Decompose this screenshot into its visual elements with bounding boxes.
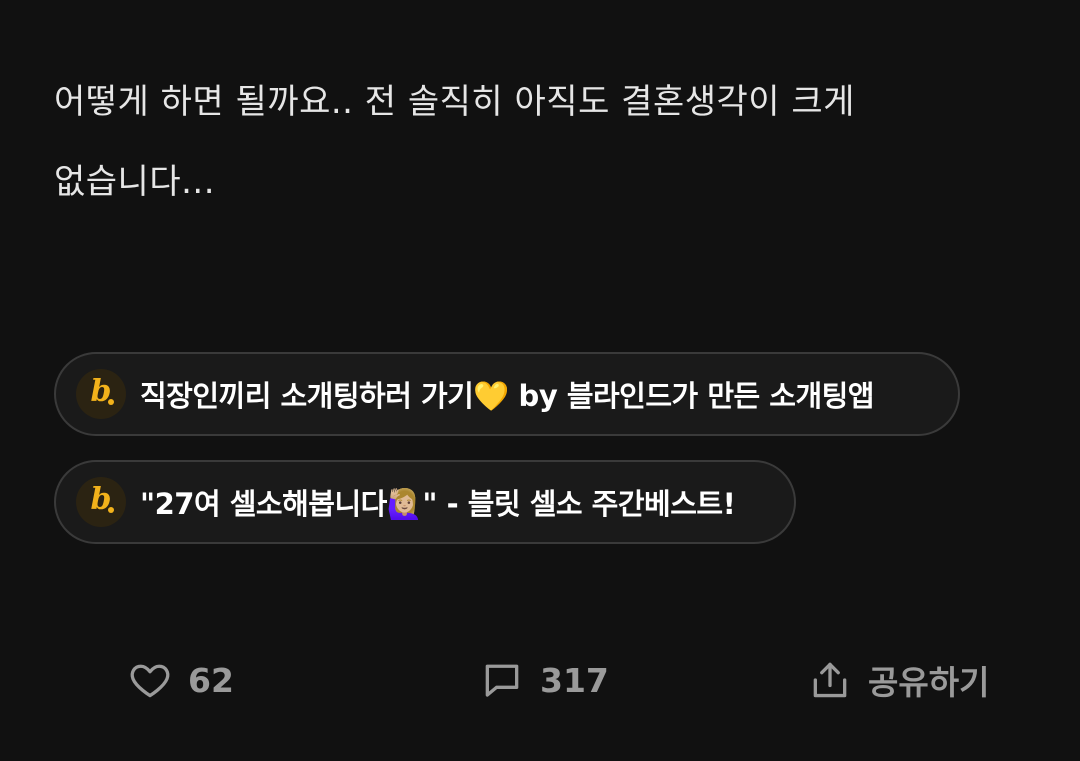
like-button[interactable]: 62 <box>128 650 234 710</box>
promo-banner-weekly-best[interactable]: b "27여 셀소해봅니다🙋🏼‍♀️" - 블릿 셀소 주간베스트! <box>54 460 796 544</box>
share-button[interactable]: 공유하기 <box>808 650 989 710</box>
like-count: 62 <box>188 660 234 700</box>
blind-logo-icon: b <box>76 477 126 527</box>
post-text-line-2: 없습니다... <box>54 162 216 202</box>
post-content: 어떻게 하면 될까요.. 전 솔직히 아직도 결혼생각이 크게 없습니다... <box>54 62 1014 222</box>
promo-text: "27여 셀소해봅니다🙋🏼‍♀️" - 블릿 셀소 주간베스트! <box>140 487 736 521</box>
comment-count: 317 <box>540 660 609 700</box>
heart-icon <box>128 658 172 702</box>
share-label: 공유하기 <box>868 663 990 702</box>
comment-button[interactable]: 317 <box>480 650 609 710</box>
share-icon <box>808 658 852 702</box>
post-action-bar: 62 317 공유하기 <box>0 650 1080 710</box>
post-text-line-1: 어떻게 하면 될까요.. 전 솔직히 아직도 결혼생각이 크게 <box>54 82 855 122</box>
post-screen: 어떻게 하면 될까요.. 전 솔직히 아직도 결혼생각이 크게 없습니다... … <box>0 0 1080 761</box>
promo-banner-blind-date[interactable]: b 직장인끼리 소개팅하러 가기💛 by 블라인드가 만든 소개팅앱 <box>54 352 960 436</box>
blind-logo-icon: b <box>76 369 126 419</box>
comment-icon <box>480 658 524 702</box>
promo-text: 직장인끼리 소개팅하러 가기💛 by 블라인드가 만든 소개팅앱 <box>140 379 875 413</box>
